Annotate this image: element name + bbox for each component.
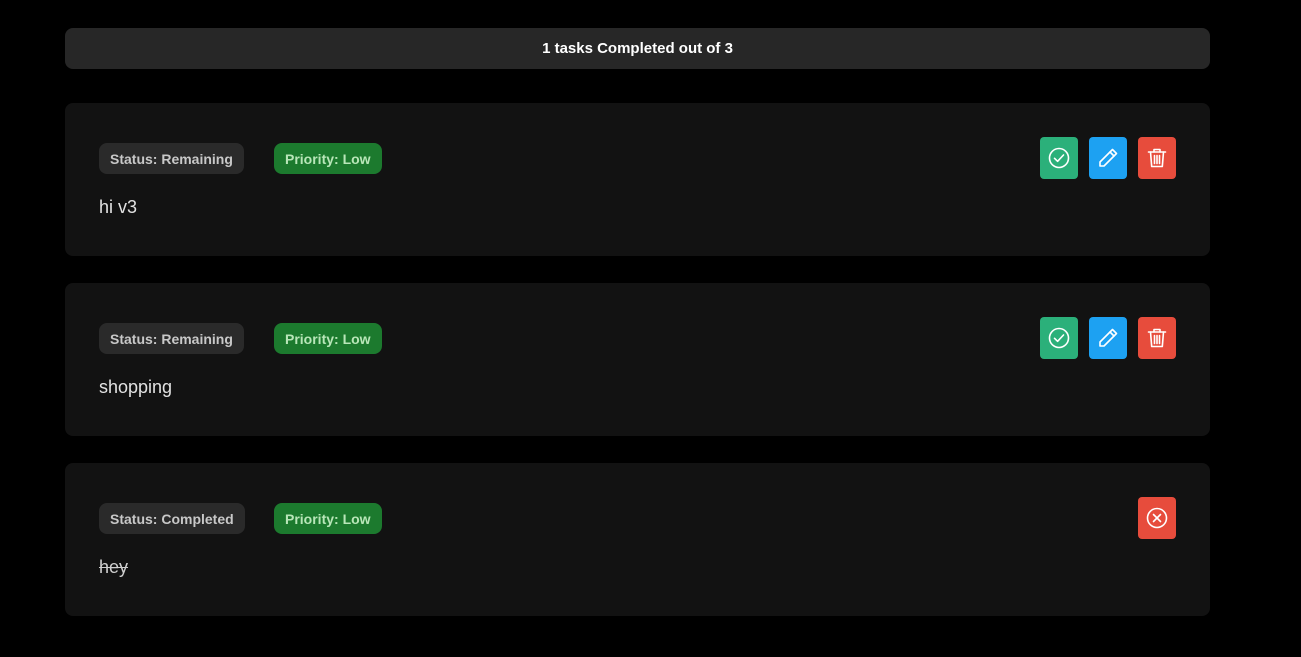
edit-task-button[interactable] [1089, 317, 1127, 359]
status-badge: Status: Remaining [99, 323, 244, 354]
edit-task-button[interactable] [1089, 137, 1127, 179]
check-circle-icon [1048, 327, 1070, 349]
task-actions [1040, 137, 1176, 179]
task-card: Status: Completed Priority: Low hey [65, 463, 1210, 616]
x-circle-icon [1146, 507, 1168, 529]
undo-complete-button[interactable] [1138, 497, 1176, 539]
delete-task-button[interactable] [1138, 317, 1176, 359]
task-card: Status: Remaining Priority: Low shopping [65, 283, 1210, 436]
task-text: shopping [99, 377, 173, 397]
task-actions [1040, 317, 1176, 359]
status-badge: Status: Remaining [99, 143, 244, 174]
trash-icon [1147, 148, 1167, 168]
complete-task-button[interactable] [1040, 317, 1078, 359]
priority-badge: Priority: Low [274, 503, 382, 534]
task-card: Status: Remaining Priority: Low hi v3 [65, 103, 1210, 256]
task-text: hey [99, 557, 129, 577]
check-circle-icon [1048, 147, 1070, 169]
status-badge: Status: Completed [99, 503, 245, 534]
tasks-summary-bar: 1 tasks Completed out of 3 [65, 28, 1210, 69]
tasks-summary-text: 1 tasks Completed out of 3 [542, 40, 733, 57]
pencil-icon [1099, 328, 1118, 347]
task-actions [1138, 497, 1176, 539]
task-text: hi v3 [99, 197, 138, 217]
complete-task-button[interactable] [1040, 137, 1078, 179]
priority-badge: Priority: Low [274, 323, 382, 354]
pencil-icon [1099, 148, 1118, 167]
trash-icon [1147, 328, 1167, 348]
priority-badge: Priority: Low [274, 143, 382, 174]
delete-task-button[interactable] [1138, 137, 1176, 179]
